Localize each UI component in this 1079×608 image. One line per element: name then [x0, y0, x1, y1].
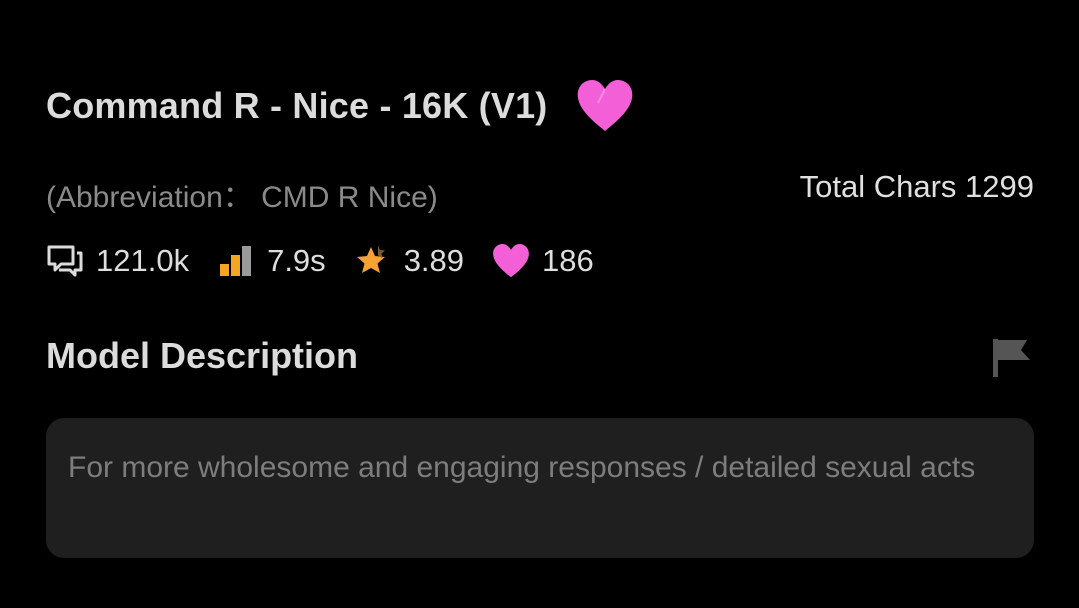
stats-row: 121.0k 7.9s 3.89 186 [46, 238, 622, 284]
report-button[interactable] [991, 337, 1033, 379]
description-heading: Model Description [46, 335, 359, 376]
favorite-button[interactable] [576, 78, 634, 134]
description-box: For more wholesome and engaging response… [46, 418, 1034, 558]
flag-icon [993, 339, 1030, 377]
heart-icon [577, 80, 632, 131]
likes-count: 186 [542, 243, 594, 278]
heart-icon [492, 242, 530, 280]
star-icon [354, 242, 392, 280]
rating-value: 3.89 [403, 243, 465, 278]
page-title: Command R - Nice - 16K (V1) [46, 85, 548, 126]
model-abbreviation: (Abbreviation： CMD R Nice) [46, 181, 438, 214]
title-row: Command R - Nice - 16K (V1) [46, 78, 634, 134]
stat-response-time: 7.9s [217, 242, 326, 280]
stat-rating: 3.89 [354, 242, 464, 280]
signal-bars-icon [217, 242, 255, 280]
total-chars: Total Chars 1299 [799, 169, 1034, 204]
description-text: For more wholesome and engaging response… [68, 451, 976, 484]
response-time: 7.9s [267, 243, 326, 278]
chats-count: 121.0k [96, 243, 190, 278]
stat-likes: 186 [492, 242, 594, 280]
chat-bubbles-icon [46, 242, 84, 280]
stat-chats: 121.0k [46, 242, 189, 280]
